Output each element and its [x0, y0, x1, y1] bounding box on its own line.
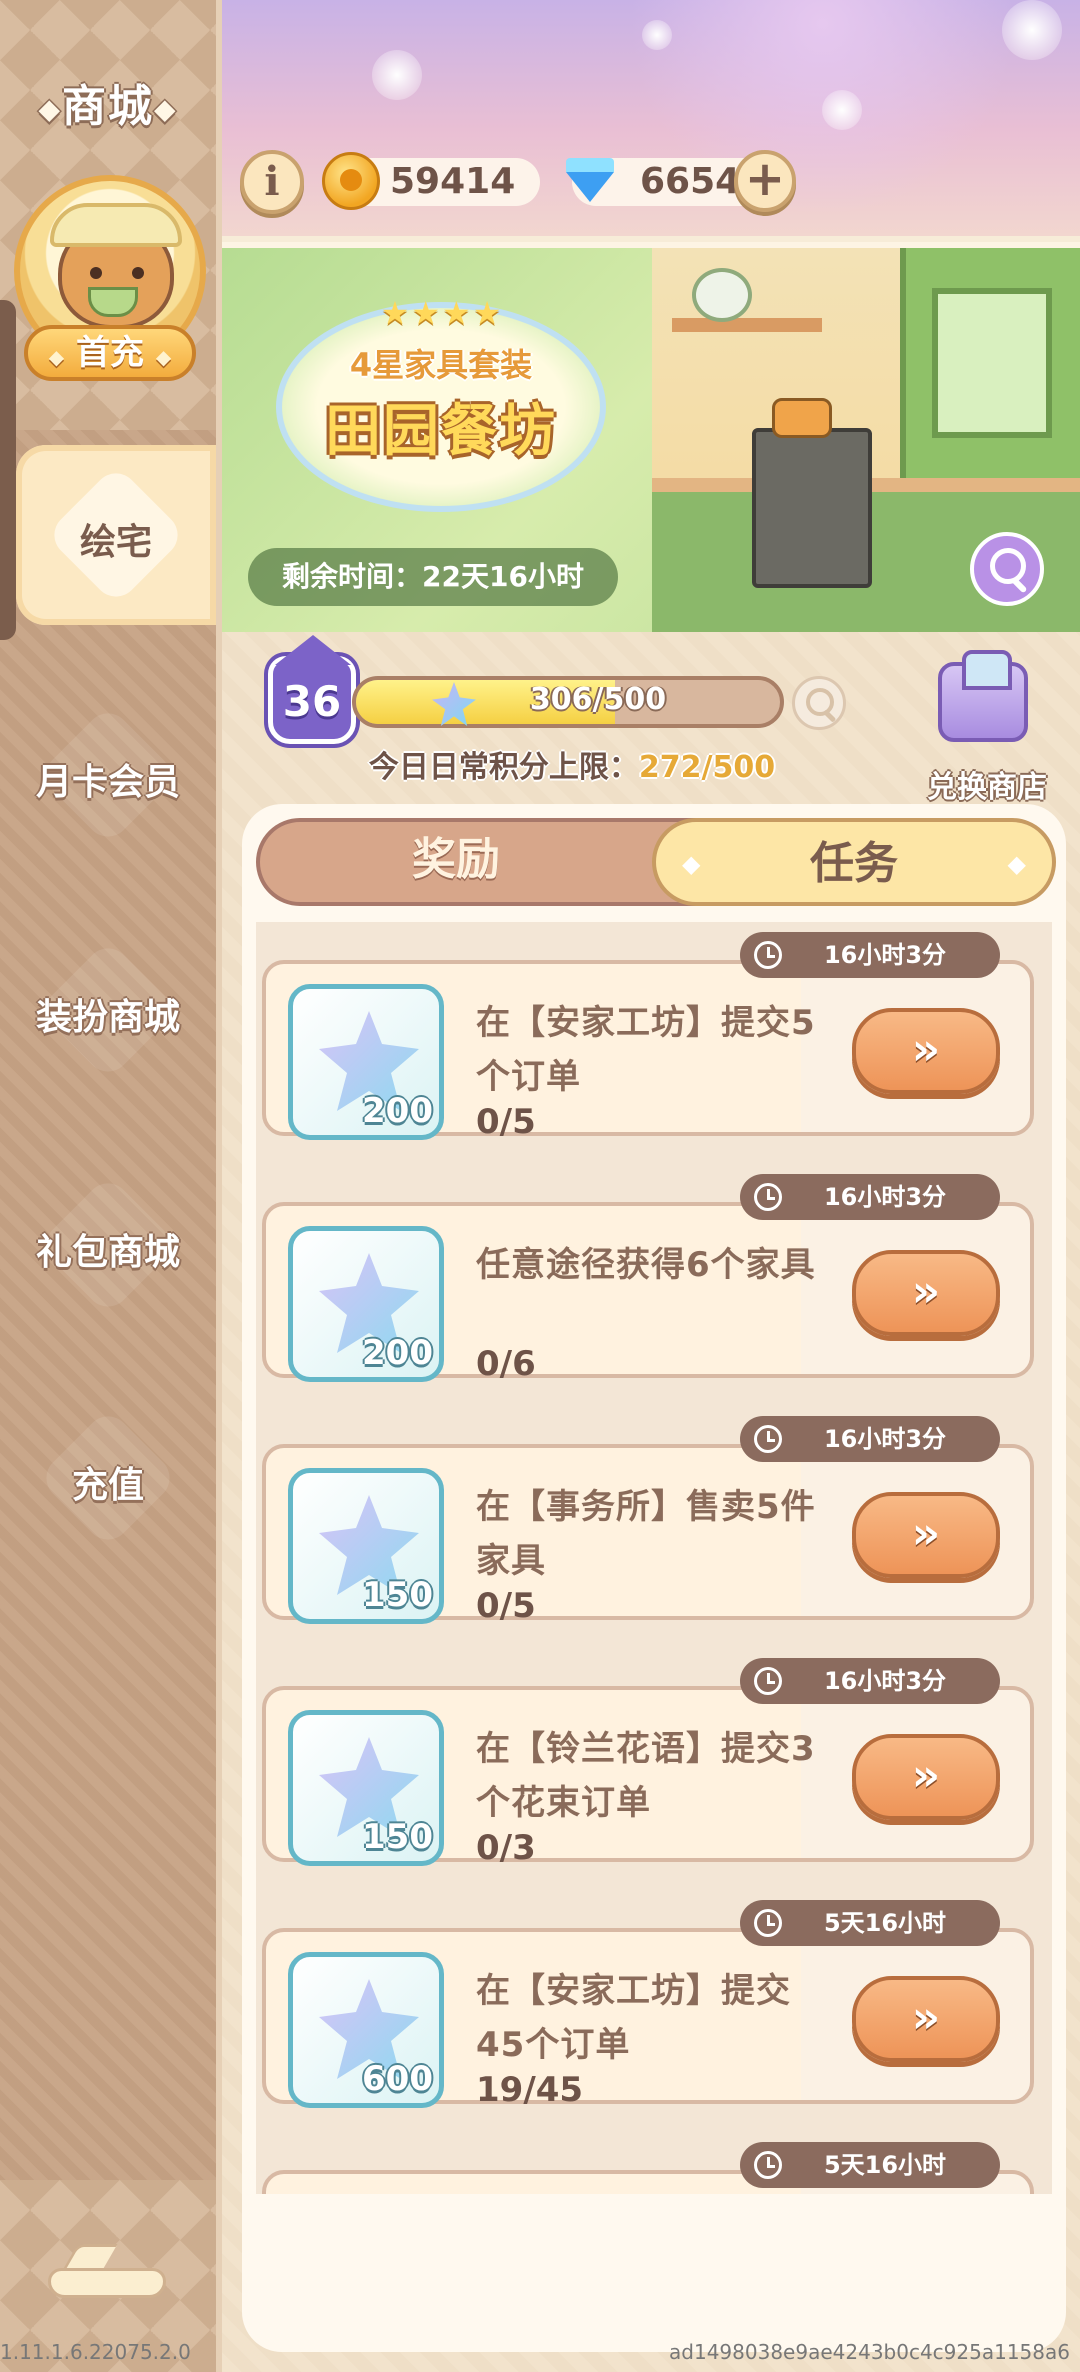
go-task-button[interactable]: »	[852, 1734, 1000, 1820]
double-chevron-icon: »	[911, 1992, 941, 2043]
plus-icon: +	[744, 151, 786, 207]
coin-amount: 59414	[390, 161, 516, 202]
reward-amount: 150	[362, 1817, 433, 1857]
task-timer: 16小时3分	[740, 1658, 1000, 1704]
reward-amount: 150	[362, 1575, 433, 1615]
task-progress: 0/5	[476, 1102, 536, 1142]
task-description: 在【铃兰花语】提交3个花束订单	[476, 1729, 816, 1823]
back-button[interactable]	[48, 2244, 168, 2298]
task-progress: 0/6	[476, 1344, 536, 1384]
task-timer: 5天16小时	[740, 2142, 1000, 2188]
first-charge-button[interactable]: ◆ 首充 ◆	[14, 175, 206, 385]
task-list[interactable]: 16小时3分 200 在【安家工坊】提交5个订单 0/5 » 16小时3分 200 任意途径获…	[256, 922, 1052, 2194]
go-task-button[interactable]: »	[852, 1250, 1000, 1336]
task-timer: 16小时3分	[740, 1416, 1000, 1462]
task-progress: 0/5	[476, 1586, 536, 1626]
task-description: 在【安家工坊】提交5个订单	[476, 1003, 816, 1097]
tab-rewards[interactable]: 奖励	[260, 818, 652, 906]
reward-amount: 200	[362, 1091, 433, 1131]
sidebar-header: ◆商城◆ ◆ 首充 ◆	[0, 0, 216, 430]
add-gems-button[interactable]: +	[734, 150, 796, 212]
reward-item: 150	[288, 1710, 444, 1866]
double-chevron-icon: »	[911, 1266, 941, 1317]
sidebar-item-recharge[interactable]: 充值	[0, 1363, 216, 1593]
clock-icon	[754, 2151, 782, 2179]
exchange-shop-button[interactable]: 兑换商店	[902, 650, 1052, 822]
double-chevron-icon: »	[911, 1024, 941, 1075]
sidebar-item-gift-shop[interactable]: 礼包商城	[0, 1130, 216, 1360]
diamond-icon	[560, 154, 620, 206]
task-description: 任意途径获得6个家具	[476, 1245, 816, 1285]
sidebar-item-label: 充值	[71, 1465, 144, 1506]
progress-text: 306/500	[529, 682, 667, 717]
level-number: 36	[282, 677, 342, 726]
coin-balance: 59414	[322, 152, 540, 210]
sidebar-item-label: 绘宅	[79, 522, 152, 563]
sidebar: ◆商城◆ ◆ 首充 ◆ 绘宅 月卡会员 装扮商城 礼包商城 充值	[0, 0, 222, 2372]
task-card: 16小时3分 200 任意途径获得6个家具 0/6 »	[262, 1174, 1034, 1384]
reward-amount: 200	[362, 1333, 433, 1373]
go-task-button[interactable]: »	[852, 1492, 1000, 1578]
exchange-shop-label: 兑换商店	[927, 770, 1047, 805]
banner-title: 田园餐坊	[325, 399, 557, 464]
info-icon: i	[264, 158, 280, 205]
task-card: 16小时3分 200 在【安家工坊】提交5个订单 0/5 »	[262, 932, 1034, 1142]
clock-icon	[754, 1183, 782, 1211]
banner-timer: 剩余时间：22天16小时	[248, 548, 618, 606]
main-panel: 36 306/500 今日日常积分上限：272/500 兑换商店 奖励 ◆ 任务…	[222, 632, 1080, 2372]
clock-icon	[754, 1425, 782, 1453]
preview-search-button[interactable]	[792, 676, 846, 730]
go-task-button[interactable]: »	[852, 1008, 1000, 1094]
task-timer: 5天16小时	[740, 1900, 1000, 1946]
go-task-button[interactable]: »	[852, 1976, 1000, 2062]
sidebar-item-monthly-card[interactable]: 月卡会员	[0, 660, 216, 890]
clock-icon	[754, 1667, 782, 1695]
reward-item: 200	[288, 984, 444, 1140]
sidebar-item-huizhai[interactable]: 绘宅	[16, 445, 216, 625]
info-button[interactable]: i	[240, 150, 304, 214]
task-timer: 16小时3分	[740, 932, 1000, 978]
side-drawer-handle[interactable]	[0, 300, 16, 640]
task-timer: 16小时3分	[740, 1174, 1000, 1220]
version-text: 1.11.1.6.22075.2.0	[0, 2340, 191, 2364]
shop-bag-icon	[938, 650, 1028, 742]
task-description: 在【安家工坊】提交45个订单	[476, 1971, 791, 2065]
sidebar-item-costume-shop[interactable]: 装扮商城	[0, 895, 216, 1125]
task-card: 16小时3分 150 在【铃兰花语】提交3个花束订单 0/3 »	[262, 1658, 1034, 1868]
double-chevron-icon: »	[911, 1508, 941, 1559]
daily-limit-text: 今日日常积分上限：272/500	[368, 750, 776, 785]
task-card: 5天16小时	[262, 2142, 1034, 2194]
flower-hat-icon	[50, 203, 182, 247]
tab-tasks[interactable]: ◆ 任务 ◆	[652, 818, 1056, 906]
coin-icon	[322, 152, 380, 210]
level-house-icon: 36	[268, 635, 356, 744]
first-charge-label: ◆ 首充 ◆	[24, 325, 196, 381]
top-bar: i 59414 6654 +	[222, 0, 1080, 236]
task-progress: 0/3	[476, 1828, 536, 1868]
sidebar-item-label: 月卡会员	[35, 762, 180, 803]
clock-icon	[754, 1909, 782, 1937]
rating-stars-icon: ★★★★	[380, 294, 504, 332]
task-card: 16小时3分 150 在【事务所】售卖5件家具 0/5 »	[262, 1416, 1034, 1626]
gem-amount: 6654	[640, 161, 741, 202]
tab-bar: 奖励 ◆ 任务 ◆	[256, 818, 1056, 906]
sidebar-item-label: 装扮商城	[35, 997, 180, 1038]
task-description: 在【事务所】售卖5件家具	[476, 1487, 816, 1581]
promo-banner[interactable]: ★★★★ 4星家具套装 田园餐坊 剩余时间：22天16小时	[222, 236, 1080, 632]
shop-title: ◆商城◆	[38, 81, 178, 132]
task-panel: 奖励 ◆ 任务 ◆ 16小时3分 200 在【安家工坊】提交5个订单 0/5» 16小时…	[242, 804, 1066, 2352]
banner-subtitle: 4星家具套装	[349, 346, 533, 384]
magnifier-button[interactable]	[970, 532, 1044, 606]
task-progress: 19/45	[476, 2070, 584, 2110]
task-card: 5天16小时 600 在【安家工坊】提交45个订单 19/45 »	[262, 1900, 1034, 2110]
clock-icon	[754, 941, 782, 969]
double-chevron-icon: »	[911, 1750, 941, 1801]
sidebar-item-label: 礼包商城	[35, 1232, 180, 1273]
reward-item: 200	[288, 1226, 444, 1382]
reward-item: 150	[288, 1468, 444, 1624]
reward-item: 600	[288, 1952, 444, 2108]
reward-amount: 600	[362, 2059, 433, 2099]
build-id-text: ad1498038e9ae4243b0c4c925a1158a6	[669, 2340, 1070, 2364]
